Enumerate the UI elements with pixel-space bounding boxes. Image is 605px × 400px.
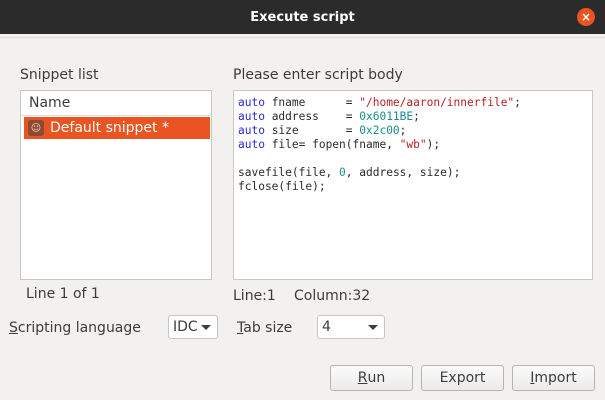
close-glyph: × [580,10,592,24]
code-token: size = [264,124,360,137]
code-line: auto size = 0x2c00; [238,124,588,138]
code-token: auto [238,110,265,123]
script-editor[interactable]: auto fname = "/home/aaron/innerfile"; aut… [233,90,593,280]
code-line: fclose(file); [238,180,588,194]
language-value: IDC [173,319,198,335]
button-label-rest: un [367,370,386,386]
title-bar: Execute script × [0,0,605,34]
button-label-rest: mport [534,370,577,386]
chevron-down-icon [368,325,378,330]
code-token: , address, size); [345,166,461,179]
snippet-name: Default snippet * [50,120,169,136]
code-token: ; [413,110,420,123]
close-icon[interactable]: × [577,8,595,26]
snippet-list-label: Snippet list [20,67,99,83]
code-token: fname = [264,96,360,109]
code-line: auto address = 0x6011BE; [238,110,588,124]
column-status: Column:32 [294,288,371,304]
snippet-avatar-icon: ☺ [28,120,44,136]
import-button[interactable]: Import [512,365,595,391]
tab-size-select[interactable]: 4 [317,315,385,339]
tab-size-label: Tab size [237,320,292,336]
label-rest: cripting language [17,320,141,336]
export-button[interactable]: Export [421,365,504,391]
chevron-down-icon [201,325,211,330]
code-line: auto file= fopen(fname, "wb"); [238,138,588,152]
code-token: auto [238,138,265,151]
code-token: 0 [339,166,346,179]
scripting-language-label: Scripting language [9,320,141,336]
code-token: ; [399,124,407,137]
label-rest: ab size [243,320,293,336]
name-column-header[interactable]: Name [21,91,211,116]
run-button[interactable]: Run [330,365,413,391]
window-title: Execute script [250,9,355,25]
code-token: file= fopen(fname, [264,138,400,151]
code-line: savefile(file, 0, address, size); [238,166,588,180]
code-token: address = [264,110,360,123]
code-token: fclose(file); [238,180,326,193]
mnemonic-s: S [9,320,18,336]
mnemonic-r: R [357,370,368,386]
code-token: "wb" [399,138,427,151]
divider [0,37,605,38]
code-token: auto [238,124,265,137]
code-token: ; [514,96,521,109]
tab-size-value: 4 [322,319,331,335]
code-token: 0x2c00 [359,124,400,137]
code-token: 0x6011BE [359,110,414,123]
code-token: "/home/aaron/innerfile" [359,96,515,109]
code-line: auto fname = "/home/aaron/innerfile"; [238,96,588,110]
snippet-position: Line 1 of 1 [26,286,100,302]
script-body-label: Please enter script body [233,67,403,83]
code-token: ); [426,138,441,151]
code-token: auto [238,96,265,109]
language-select[interactable]: IDC [168,315,218,339]
code-token: savefile(file, [238,166,340,179]
line-status: Line:1 [233,288,276,304]
snippet-list[interactable]: Name ☺ Default snippet * [20,90,212,280]
list-item[interactable]: ☺ Default snippet * [24,117,210,139]
